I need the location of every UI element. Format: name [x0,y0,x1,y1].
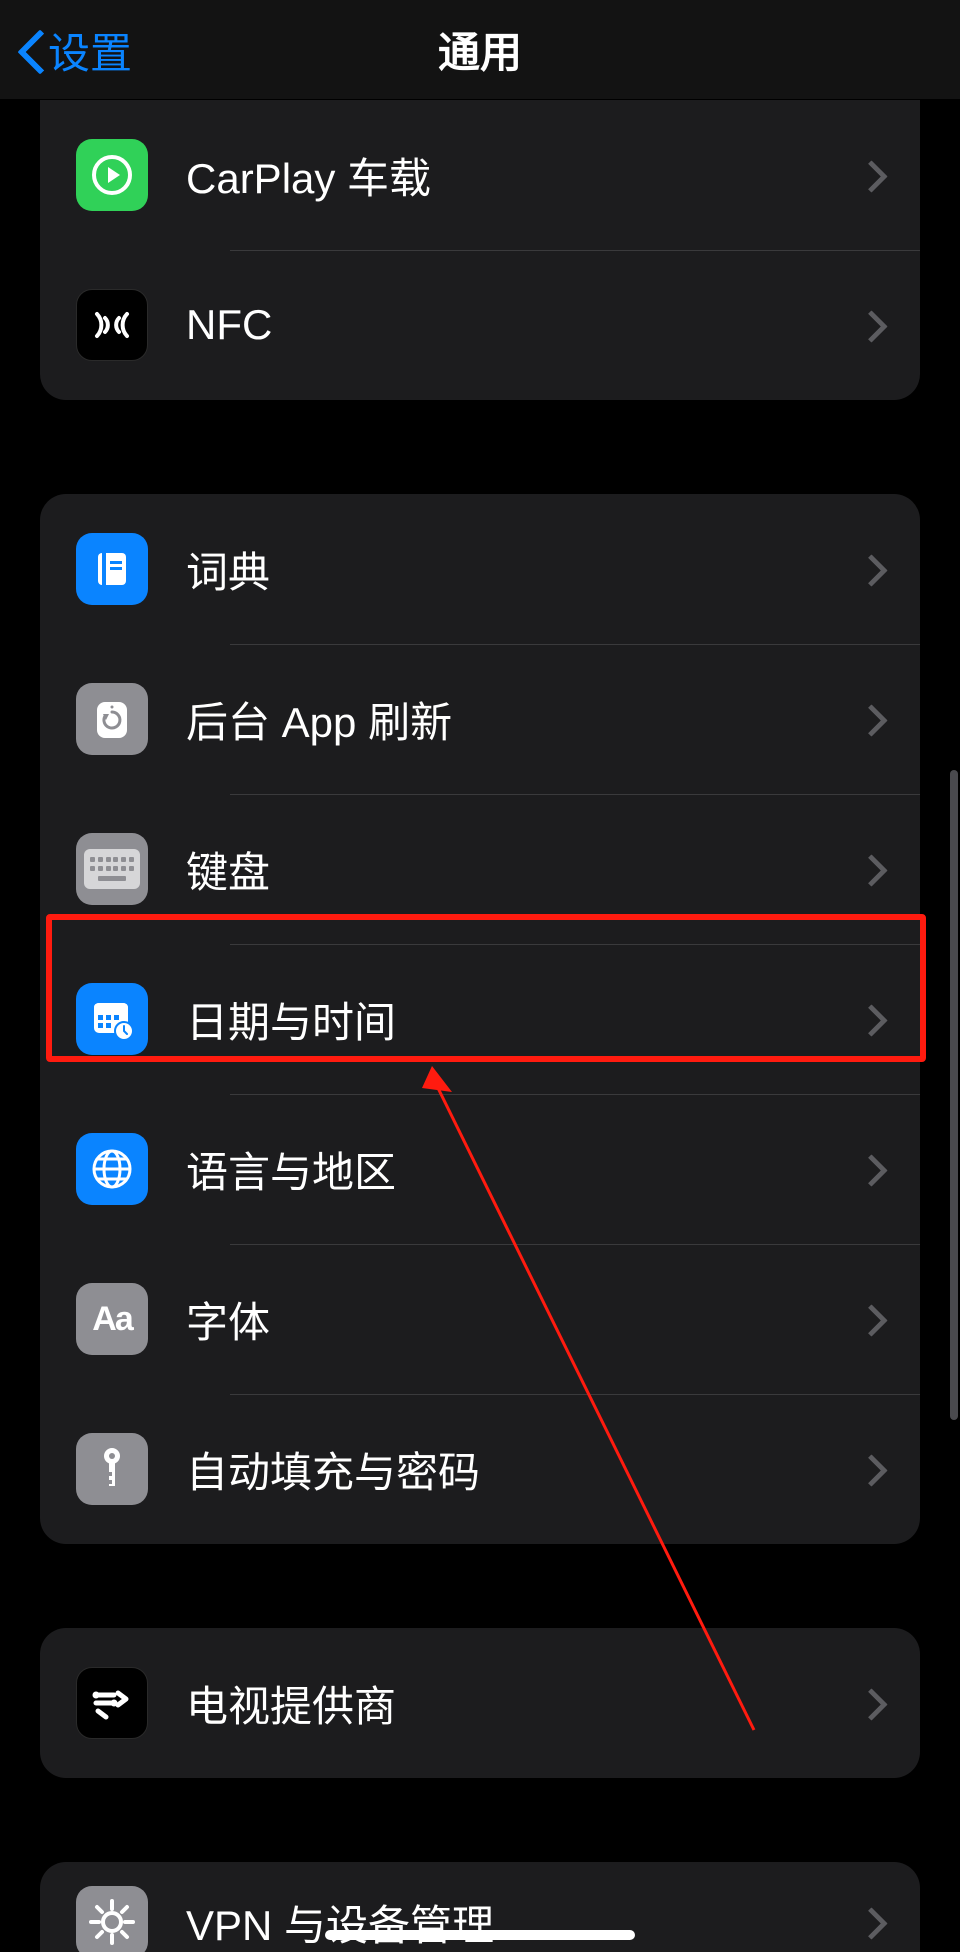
row-label: 日期与时间 [186,989,864,1050]
row-label: 后台 App 刷新 [186,689,864,750]
row-tv-provider[interactable]: 电视提供商 [40,1628,920,1778]
row-label: VPN 与设备管理 [186,1892,864,1952]
chevron-right-icon [864,853,884,885]
row-label: 电视提供商 [186,1673,864,1734]
row-label: CarPlay 车载 [186,145,864,206]
chevron-right-icon [864,1003,884,1035]
nfc-icon [76,289,148,361]
globe-icon [76,1133,148,1205]
row-date-time[interactable]: 日期与时间 [40,944,920,1094]
row-carplay[interactable]: CarPlay 车载 [40,100,920,250]
row-label: 自动填充与密码 [186,1439,864,1500]
page-title: 通用 [438,19,522,80]
dictionary-icon [76,533,148,605]
fonts-icon: Aa [76,1283,148,1355]
row-keyboard[interactable]: 键盘 [40,794,920,944]
home-indicator[interactable] [325,1930,635,1940]
row-label: 键盘 [186,839,864,900]
calendar-clock-icon [76,983,148,1055]
key-icon [76,1433,148,1505]
row-fonts[interactable]: Aa 字体 [40,1244,920,1394]
row-label: NFC [186,301,864,349]
chevron-right-icon [864,1906,884,1938]
fonts-icon-text: Aa [92,1300,131,1339]
row-dictionary[interactable]: 词典 [40,494,920,644]
tv-provider-icon [76,1667,148,1739]
refresh-icon [76,683,148,755]
row-autofill-passwords[interactable]: 自动填充与密码 [40,1394,920,1544]
keyboard-icon [76,833,148,905]
row-label: 词典 [186,539,864,600]
settings-scroll-view[interactable]: CarPlay 车载 NFC [0,100,960,1952]
nav-bar: 设置 通用 [0,0,960,100]
chevron-right-icon [864,1453,884,1485]
chevron-left-icon [18,30,42,70]
chevron-right-icon [864,703,884,735]
settings-group-3: 电视提供商 [40,1628,920,1778]
gear-icon [76,1886,148,1952]
back-button[interactable]: 设置 [18,0,132,100]
chevron-right-icon [864,159,884,191]
settings-group-1: CarPlay 车载 NFC [40,100,920,400]
chevron-right-icon [864,309,884,341]
row-label: 语言与地区 [186,1139,864,1200]
settings-group-2: 词典 后台 App 刷新 [40,494,920,1544]
carplay-icon [76,139,148,211]
row-label: 字体 [186,1289,864,1350]
chevron-right-icon [864,1303,884,1335]
chevron-right-icon [864,1687,884,1719]
scrollbar-thumb[interactable] [950,770,958,1420]
chevron-right-icon [864,1153,884,1185]
chevron-right-icon [864,553,884,585]
row-nfc[interactable]: NFC [40,250,920,400]
row-language-region[interactable]: 语言与地区 [40,1094,920,1244]
row-background-app-refresh[interactable]: 后台 App 刷新 [40,644,920,794]
